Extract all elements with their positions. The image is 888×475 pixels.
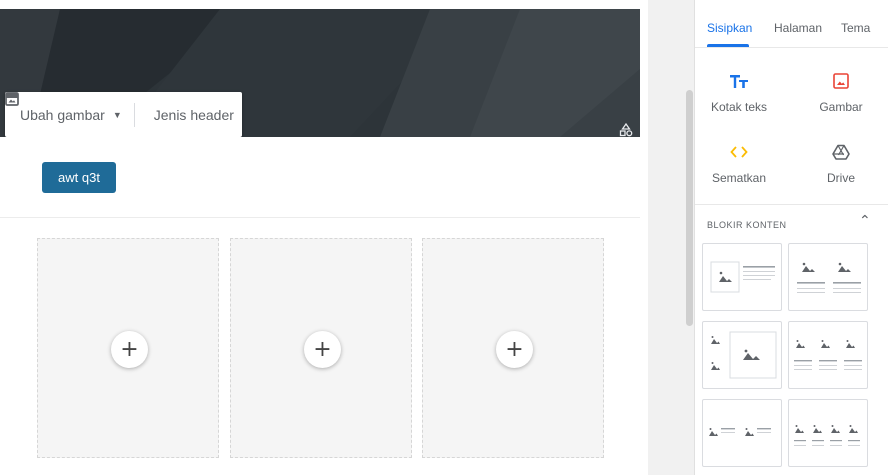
header-type-label: Jenis header [153,106,234,123]
insert-text-box-button[interactable]: Kotak teks [699,70,779,114]
text-box-icon [699,70,779,92]
panel-tabs: Sisipkan Halaman Tema [695,0,888,48]
content-block-layout[interactable] [702,399,782,467]
insert-drive-button[interactable]: Drive [801,141,881,185]
content-blocks-title: BLOKIR KONTEN [707,220,787,230]
insert-image-label: Gambar [819,100,863,114]
editor-canvas: Ubah gambar ▼ Jenis header awt q3t + + + [0,0,648,475]
tab-themes[interactable]: Tema [841,21,870,35]
layout-image-text-pairs-icon [709,428,771,436]
button-section: awt q3t [0,137,640,218]
tab-pages[interactable]: Halaman [774,21,822,35]
content-block-layout[interactable] [702,321,782,389]
layout-image-text-icon [710,261,775,293]
content-block-layout[interactable] [788,321,868,389]
layout-gallery-icon [711,331,777,379]
canvas-gutter [648,0,694,475]
header-banner[interactable]: Ubah gambar ▼ Jenis header [0,9,640,137]
add-icon[interactable]: + [111,331,148,368]
tab-insert[interactable]: Sisipkan [707,21,752,35]
layout-three-column-icon [794,340,862,370]
add-icon[interactable]: + [496,331,533,368]
caret-down-icon: ▼ [112,109,122,120]
layout-two-column-icon [797,262,861,293]
vertical-scrollbar[interactable] [686,90,693,326]
add-icon[interactable]: + [304,331,341,368]
insert-image-button[interactable]: Gambar [801,70,881,114]
insert-embed-label: Sematkan [711,171,767,185]
content-button[interactable]: awt q3t [42,162,116,193]
content-block-layout[interactable] [788,243,868,311]
image-placeholder[interactable]: + [230,238,412,458]
chevron-up-icon[interactable]: ⌃ [859,213,871,229]
content-blocks-divider [695,204,888,205]
insert-drive-label: Drive [826,171,855,185]
change-image-button[interactable]: Ubah gambar ▼ [5,92,122,123]
drive-icon [801,141,881,163]
change-image-label: Ubah gambar [20,106,105,123]
tabs-divider [695,47,888,48]
header-type-button[interactable]: Jenis header [5,92,234,123]
content-block-layout[interactable] [788,399,868,467]
insert-embed-button[interactable]: Sematkan [699,141,779,185]
image-icon [801,70,881,92]
embed-icon [699,141,779,163]
insert-text-box-label: Kotak teks [710,100,768,114]
image-placeholder[interactable]: + [422,238,604,458]
content-block-layout[interactable] [702,243,782,311]
insert-panel: Sisipkan Halaman Tema Kotak teks Gambar … [694,0,888,475]
image-placeholder[interactable]: + [37,238,219,458]
toolbar-divider [133,102,135,127]
layout-four-column-icon [794,425,860,446]
header-toolbar: Ubah gambar ▼ Jenis header [5,92,242,137]
